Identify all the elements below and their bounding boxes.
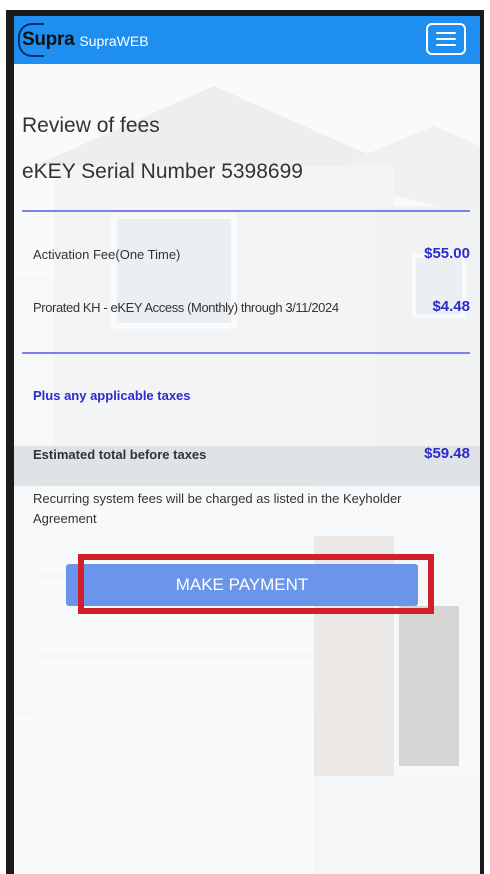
fee-label-activation: Activation Fee(One Time) — [33, 247, 181, 262]
background-overlay — [14, 16, 480, 874]
page-frame: Supra SupraWEB Review of fees eKEY Seria… — [0, 0, 490, 874]
app-header: Supra SupraWEB — [14, 16, 480, 64]
app-screen: Supra SupraWEB Review of fees eKEY Seria… — [14, 16, 480, 874]
divider — [22, 210, 470, 212]
taxes-note: Plus any applicable taxes — [33, 388, 191, 403]
supra-logo[interactable]: Supra — [18, 23, 75, 57]
fee-amount-prorated: $4.48 — [432, 298, 470, 315]
ekey-serial-number: eKEY Serial Number 5398699 — [22, 160, 303, 183]
fee-amount-activation: $55.00 — [424, 245, 470, 262]
brand-name: SupraWEB — [79, 32, 149, 49]
logo-text: Supra — [22, 29, 75, 50]
phone-bezel: Supra SupraWEB Review of fees eKEY Seria… — [6, 10, 484, 874]
hamburger-menu-icon — [436, 44, 456, 46]
hamburger-menu-icon — [436, 32, 456, 34]
fee-label-prorated: Prorated KH - eKEY Access (Monthly) thro… — [33, 300, 339, 315]
hamburger-menu-button[interactable] — [426, 23, 466, 55]
page-title: Review of fees — [22, 114, 160, 137]
total-amount: $59.48 — [424, 445, 470, 462]
divider — [22, 352, 470, 354]
total-label: Estimated total before taxes — [33, 447, 207, 462]
hamburger-menu-icon — [436, 38, 456, 40]
recurring-fees-note: Recurring system fees will be charged as… — [33, 491, 402, 526]
make-payment-button[interactable]: MAKE PAYMENT — [66, 564, 418, 606]
